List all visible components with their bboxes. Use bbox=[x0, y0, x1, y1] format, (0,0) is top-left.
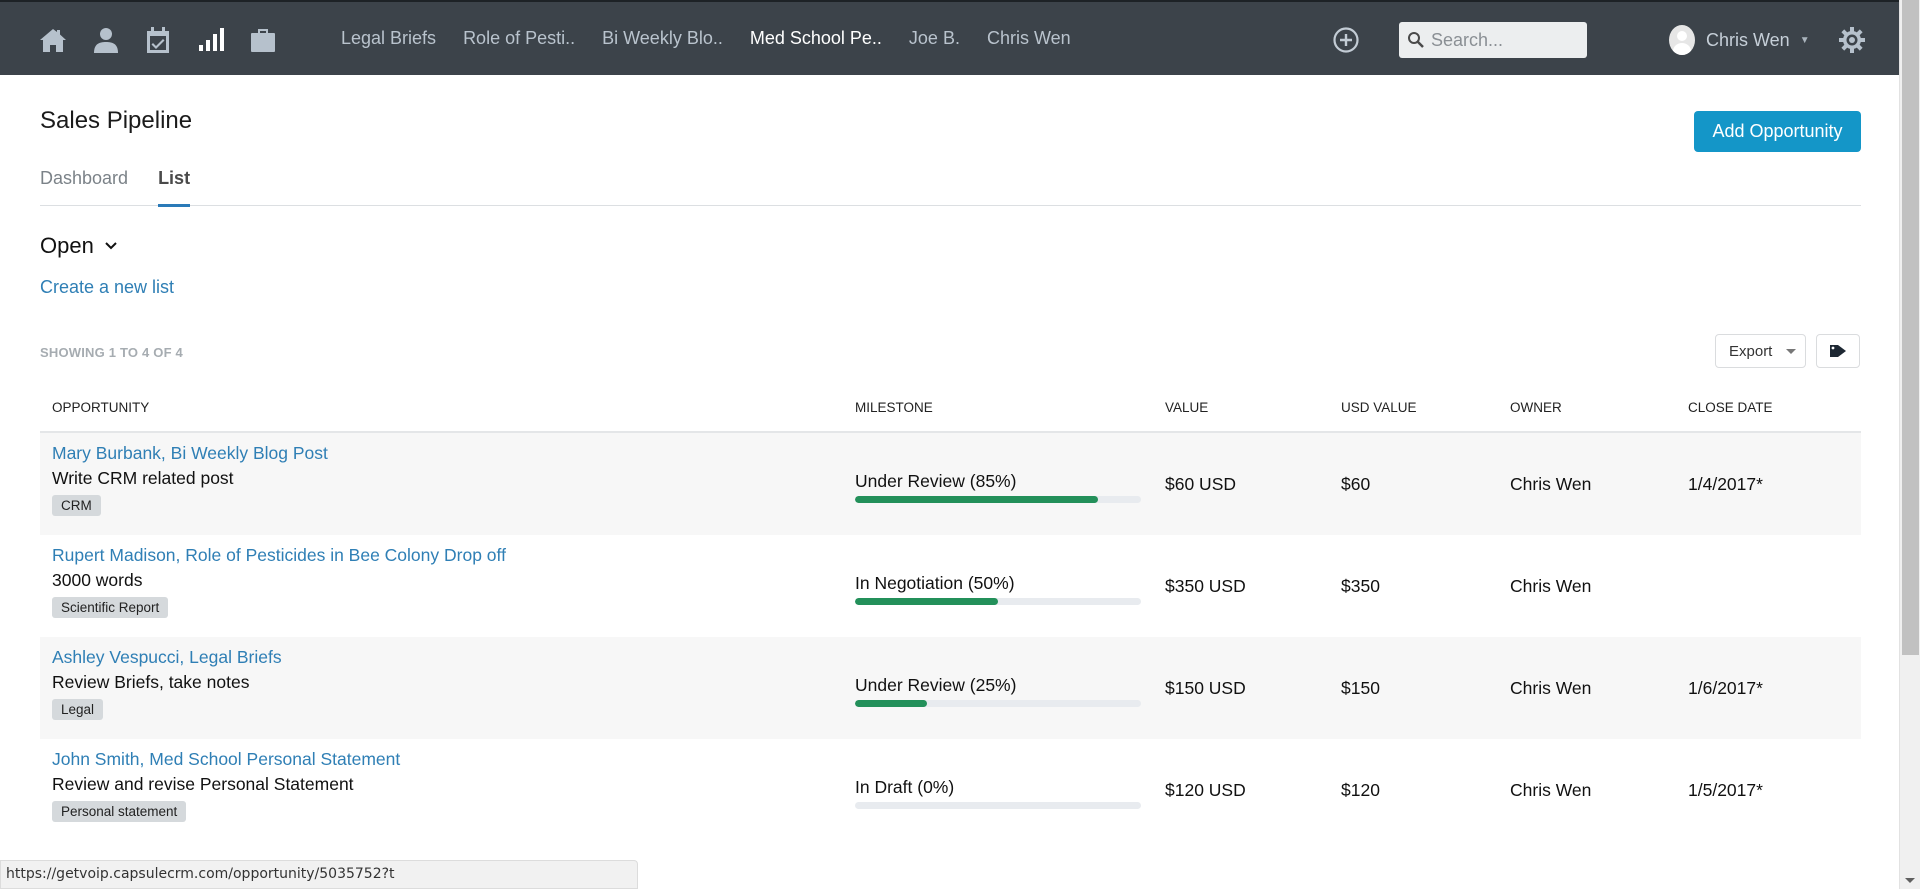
export-label: Export bbox=[1729, 342, 1773, 360]
nav-link-joe-b[interactable]: Joe B. bbox=[909, 28, 960, 49]
column-header-close-date[interactable]: CLOSE DATE bbox=[1688, 400, 1773, 415]
column-header-milestone[interactable]: MILESTONE bbox=[855, 400, 933, 415]
usd-value-cell: $350 bbox=[1341, 576, 1380, 596]
opportunity-tag[interactable]: Legal bbox=[52, 699, 104, 720]
value-cell: $350 USD bbox=[1165, 576, 1246, 596]
column-header-usd-value[interactable]: USD VALUE bbox=[1341, 400, 1417, 415]
milestone-progress-bar bbox=[855, 496, 1141, 503]
opportunity-link[interactable]: Rupert Madison, Role of Pesticides in Be… bbox=[52, 544, 506, 566]
opportunity-description: Review Briefs, take notes bbox=[52, 672, 250, 692]
close-date-cell: 1/4/2017* bbox=[1688, 474, 1763, 494]
table-row[interactable]: John Smith, Med School Personal Statemen… bbox=[40, 739, 1861, 841]
table-header: OPPORTUNITY MILESTONE VALUE USD VALUE OW… bbox=[40, 392, 1861, 433]
milestone-progress-bar bbox=[855, 700, 1141, 707]
owner-cell: Chris Wen bbox=[1510, 780, 1592, 800]
table-row[interactable]: Ashley Vespucci, Legal Briefs Review Brie… bbox=[40, 637, 1861, 739]
list-filter-dropdown[interactable]: Open bbox=[40, 233, 118, 259]
owner-cell: Chris Wen bbox=[1510, 474, 1592, 494]
scroll-down-arrow-icon[interactable] bbox=[1905, 878, 1915, 883]
opportunity-cell: Rupert Madison, Role of Pesticides in Be… bbox=[52, 544, 506, 618]
briefcase-icon[interactable] bbox=[248, 26, 278, 54]
calendar-check-icon[interactable] bbox=[143, 26, 173, 54]
opportunities-table: OPPORTUNITY MILESTONE VALUE USD VALUE OW… bbox=[40, 392, 1861, 841]
opportunity-cell: Ashley Vespucci, Legal Briefs Review Brie… bbox=[52, 646, 282, 720]
milestone-progress-bar bbox=[855, 802, 1141, 809]
milestone-progress-fill bbox=[855, 496, 1099, 503]
milestone-label: In Negotiation (50%) bbox=[855, 573, 1015, 593]
milestone-cell: In Negotiation (50%) bbox=[855, 572, 1141, 605]
opportunity-description: Review and revise Personal Statement bbox=[52, 774, 354, 794]
home-icon[interactable] bbox=[38, 26, 68, 54]
table-row[interactable]: Rupert Madison, Role of Pesticides in Be… bbox=[40, 535, 1861, 637]
milestone-label: In Draft (0%) bbox=[855, 777, 955, 797]
search-input[interactable] bbox=[1431, 29, 1581, 51]
owner-cell: Chris Wen bbox=[1510, 576, 1592, 596]
add-opportunity-button[interactable]: Add Opportunity bbox=[1694, 111, 1861, 152]
opportunity-description: 3000 words bbox=[52, 570, 143, 590]
chevron-down-icon bbox=[105, 242, 117, 250]
opportunity-description: Write CRM related post bbox=[52, 468, 234, 488]
recent-items-nav: Legal Briefs Role of Pesti.. Bi Weekly B… bbox=[341, 2, 1098, 75]
create-new-list-link[interactable]: Create a new list bbox=[40, 277, 174, 298]
table-row[interactable]: Mary Burbank, Bi Weekly Blog Post Write C… bbox=[40, 433, 1861, 535]
top-navigation-bar: Legal Briefs Role of Pesti.. Bi Weekly B… bbox=[0, 0, 1899, 75]
usd-value-cell: $60 bbox=[1341, 474, 1371, 494]
column-header-owner[interactable]: OWNER bbox=[1510, 400, 1562, 415]
nav-link-role-of-pesticides[interactable]: Role of Pesti.. bbox=[463, 28, 575, 49]
column-header-opportunity[interactable]: OPPORTUNITY bbox=[52, 400, 149, 415]
opportunity-cell: John Smith, Med School Personal Statemen… bbox=[52, 748, 400, 822]
milestone-label: Under Review (85%) bbox=[855, 471, 1017, 491]
usd-value-cell: $120 bbox=[1341, 780, 1380, 800]
user-name: Chris Wen bbox=[1706, 29, 1790, 50]
owner-cell: Chris Wen bbox=[1510, 678, 1592, 698]
nav-link-chris-wen[interactable]: Chris Wen bbox=[987, 28, 1071, 49]
search-box[interactable] bbox=[1399, 22, 1587, 58]
milestone-label: Under Review (25%) bbox=[855, 675, 1017, 695]
tag-button[interactable] bbox=[1816, 334, 1860, 368]
opportunity-link[interactable]: John Smith, Med School Personal Statemen… bbox=[52, 748, 400, 770]
browser-status-url: https://getvoip.capsulecrm.com/opportuni… bbox=[0, 860, 638, 889]
milestone-progress-bar bbox=[855, 598, 1141, 605]
tab-dashboard[interactable]: Dashboard bbox=[40, 168, 128, 206]
opportunity-cell: Mary Burbank, Bi Weekly Blog Post Write C… bbox=[52, 442, 328, 516]
value-cell: $60 USD bbox=[1165, 474, 1237, 494]
view-tabs: Dashboard List bbox=[40, 168, 1861, 207]
user-menu[interactable]: Chris Wen ▼ bbox=[1669, 24, 1810, 56]
person-icon[interactable] bbox=[91, 26, 121, 54]
results-count: SHOWING 1 TO 4 OF 4 bbox=[40, 345, 183, 360]
gear-icon[interactable] bbox=[1838, 26, 1866, 54]
usd-value-cell: $150 bbox=[1341, 678, 1380, 698]
milestone-cell: In Draft (0%) bbox=[855, 776, 1141, 809]
value-cell: $150 USD bbox=[1165, 678, 1246, 698]
add-circle-icon[interactable] bbox=[1332, 26, 1360, 54]
nav-link-med-school[interactable]: Med School Pe.. bbox=[750, 28, 882, 49]
milestone-progress-fill bbox=[855, 700, 927, 707]
nav-link-bi-weekly-blog[interactable]: Bi Weekly Blo.. bbox=[602, 28, 723, 49]
column-header-value[interactable]: VALUE bbox=[1165, 400, 1208, 415]
value-cell: $120 USD bbox=[1165, 780, 1246, 800]
vertical-scrollbar[interactable] bbox=[1899, 0, 1920, 889]
page-title: Sales Pipeline bbox=[40, 107, 193, 134]
opportunity-tag[interactable]: CRM bbox=[52, 495, 101, 516]
scrollbar-thumb[interactable] bbox=[1902, 0, 1919, 655]
opportunity-tag[interactable]: Scientific Report bbox=[52, 597, 169, 618]
close-date-cell: 1/5/2017* bbox=[1688, 780, 1763, 800]
signal-bars-icon[interactable] bbox=[196, 26, 226, 54]
opportunity-link[interactable]: Mary Burbank, Bi Weekly Blog Post bbox=[52, 442, 328, 464]
milestone-cell: Under Review (25%) bbox=[855, 674, 1141, 707]
caret-down-icon bbox=[1786, 348, 1797, 354]
tab-list[interactable]: List bbox=[158, 168, 191, 207]
avatar bbox=[1669, 25, 1695, 55]
milestone-progress-fill bbox=[855, 598, 998, 605]
opportunity-link[interactable]: Ashley Vespucci, Legal Briefs bbox=[52, 646, 282, 668]
milestone-cell: Under Review (85%) bbox=[855, 470, 1141, 503]
filter-label: Open bbox=[40, 233, 94, 258]
opportunity-tag[interactable]: Personal statement bbox=[52, 801, 187, 822]
caret-down-icon: ▼ bbox=[1799, 34, 1810, 46]
export-button[interactable]: Export bbox=[1715, 334, 1806, 368]
nav-link-legal-briefs[interactable]: Legal Briefs bbox=[341, 28, 436, 49]
search-icon bbox=[1408, 32, 1424, 48]
close-date-cell: 1/6/2017* bbox=[1688, 678, 1763, 698]
tag-icon bbox=[1830, 345, 1846, 357]
